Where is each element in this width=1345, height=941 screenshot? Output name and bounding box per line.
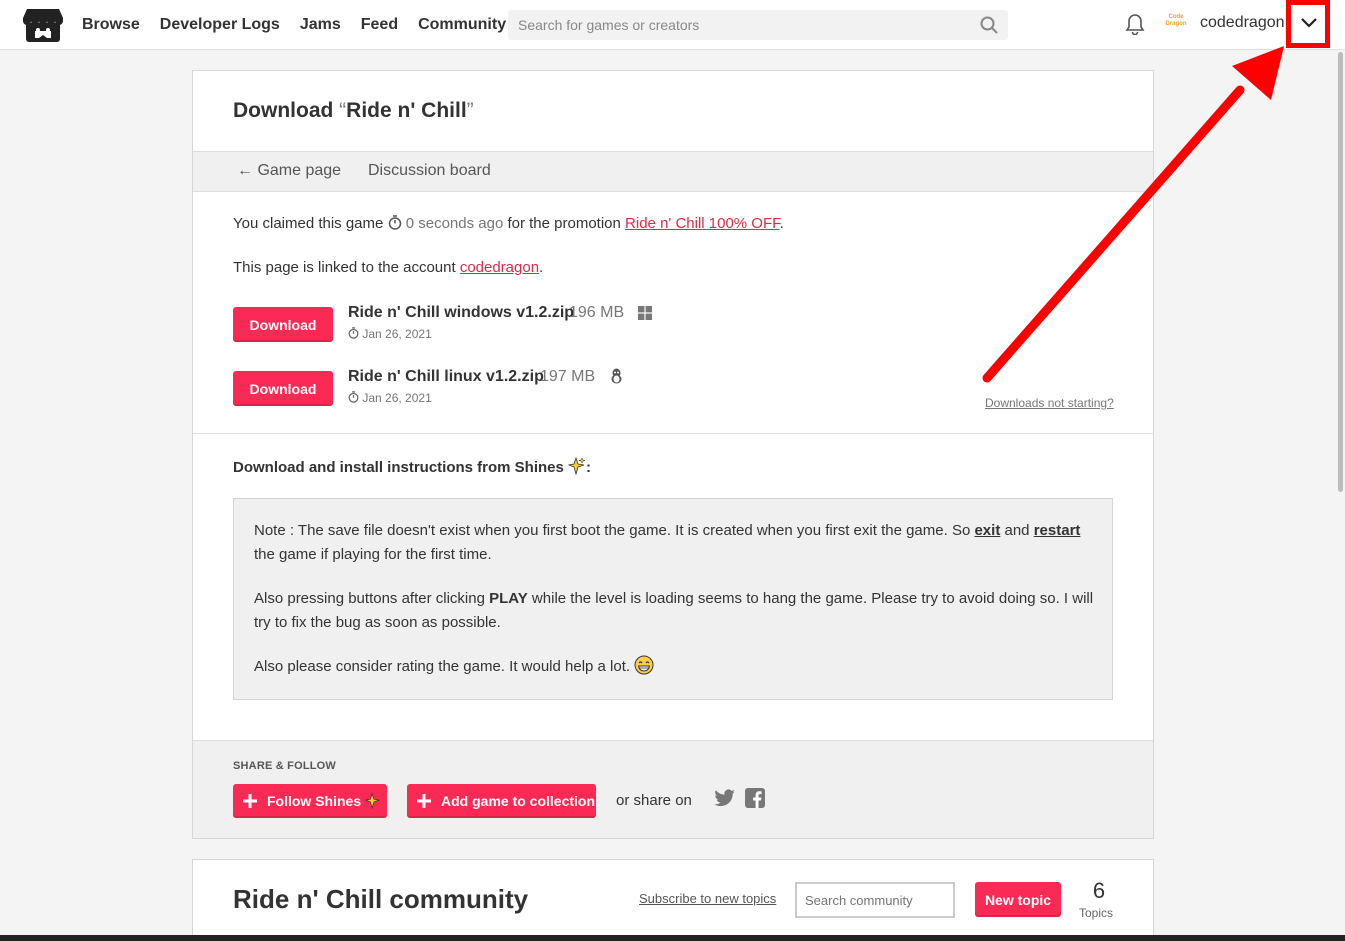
note-paragraph: Also please consider rating the game. It… <box>254 655 1094 679</box>
new-topic-button[interactable]: New topic <box>975 882 1061 917</box>
windows-icon <box>638 306 652 320</box>
account-link[interactable]: codedragon <box>460 259 539 276</box>
share-on-label: or share on <box>616 792 692 809</box>
linked-account-message: This page is linked to the account coded… <box>233 259 544 276</box>
community-card: Ride n' Chill community Subscribe to new… <box>192 859 1154 941</box>
username[interactable]: codedragon <box>1200 14 1285 32</box>
game-page-link[interactable]: ← Game page <box>237 162 341 180</box>
downloads-not-starting-link[interactable]: Downloads not starting? <box>985 396 1114 410</box>
file-date: Jan 26, 2021 <box>348 327 432 341</box>
scrollbar-thumb[interactable] <box>1338 52 1343 492</box>
topics-count: 6 <box>1092 878 1106 903</box>
promotion-link[interactable]: Ride n' Chill 100% OFF <box>625 215 780 232</box>
subscribe-link[interactable]: Subscribe to new topics <box>639 891 776 906</box>
main-nav: Browse Developer Logs Jams Feed Communit… <box>82 0 526 50</box>
search-input[interactable] <box>508 10 1008 40</box>
file-size: 196 MB <box>569 304 625 321</box>
share-follow-section: SHARE & FOLLOW Follow Shines Add game to… <box>193 740 1153 838</box>
file-size: 197 MB <box>540 368 596 385</box>
divider <box>193 433 1153 434</box>
top-bar: Browse Developer Logs Jams Feed Communit… <box>0 0 1345 50</box>
nav-community[interactable]: Community <box>418 16 506 34</box>
nav-jams[interactable]: Jams <box>300 16 341 34</box>
stopwatch-icon <box>348 391 359 403</box>
follow-button[interactable]: Follow Shines <box>233 784 387 818</box>
plus-icon <box>417 794 431 808</box>
file-name: Ride n' Chill linux v1.2.zip <box>348 368 544 385</box>
nav-developer-logs[interactable]: Developer Logs <box>160 16 280 34</box>
note-paragraph: Note : The save file doesn't exist when … <box>254 522 1081 563</box>
stopwatch-icon <box>348 327 359 339</box>
share-label: SHARE & FOLLOW <box>233 760 337 772</box>
file-name: Ride n' Chill windows v1.2.zip <box>348 304 575 321</box>
note-paragraph: Also pressing buttons after clicking PLA… <box>254 590 1094 631</box>
instructions-box: Note : The save file doesn't exist when … <box>233 498 1113 700</box>
claim-message: You claimed this game 0 seconds ago for … <box>233 215 784 232</box>
nav-browse[interactable]: Browse <box>82 16 140 34</box>
sparkle-icon <box>567 456 586 476</box>
plus-icon <box>243 794 257 808</box>
file-date: Jan 26, 2021 <box>348 391 432 405</box>
itch-logo-icon[interactable] <box>23 7 63 43</box>
page-title: Download “Ride n' Chill” <box>233 99 474 122</box>
stopwatch-icon <box>388 215 401 230</box>
instructions-heading: Download and install instructions from S… <box>233 456 592 476</box>
sub-nav: ← Game page Discussion board <box>193 151 1153 192</box>
avatar[interactable]: Code Dragon <box>1162 14 1190 34</box>
nav-feed[interactable]: Feed <box>361 16 398 34</box>
search-icon[interactable] <box>980 16 998 34</box>
community-search-input[interactable] <box>797 884 953 916</box>
add-to-collection-button[interactable]: Add game to collection <box>407 784 596 818</box>
sparkle-icon <box>365 793 380 809</box>
grin-emoji-icon <box>634 655 654 675</box>
twitter-icon[interactable] <box>714 789 736 807</box>
site-search <box>508 10 1008 40</box>
discussion-board-link[interactable]: Discussion board <box>368 162 491 180</box>
download-card: Download “Ride n' Chill” ← Game page Dis… <box>192 70 1154 839</box>
user-menu-dropdown-button[interactable] <box>1286 0 1330 48</box>
bottom-bar <box>0 935 1345 941</box>
linux-icon <box>611 368 622 384</box>
download-button[interactable]: Download <box>233 371 333 406</box>
topics-label: Topics <box>1079 906 1114 920</box>
chevron-down-icon <box>1301 18 1317 28</box>
download-button[interactable]: Download <box>233 307 333 342</box>
bell-icon[interactable] <box>1125 13 1145 35</box>
community-title: Ride n' Chill community <box>233 884 529 914</box>
facebook-icon[interactable] <box>745 788 765 808</box>
community-search <box>795 882 955 918</box>
